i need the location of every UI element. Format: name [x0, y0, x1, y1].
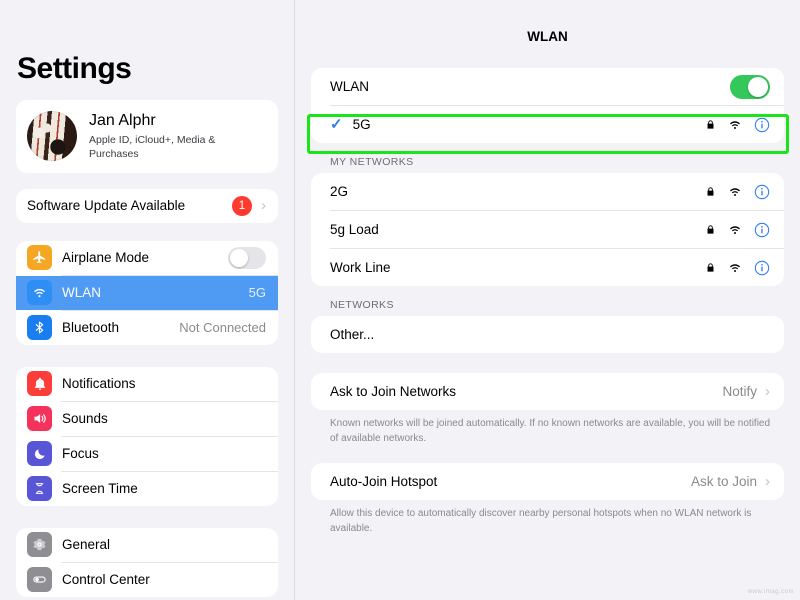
sidebar-item-label: General [62, 537, 266, 552]
connectivity-group: Airplane Mode WLAN 5G Bluetooth Not C [16, 241, 278, 345]
network-indicators [705, 260, 770, 276]
networks-header: NETWORKS [330, 299, 784, 311]
wlan-detail-panel: WLAN WLAN ✓ 5G [295, 0, 800, 600]
sidebar-item-airplane-mode[interactable]: Airplane Mode [16, 241, 278, 275]
chevron-right-icon: › [261, 198, 266, 213]
wifi-signal-icon [728, 119, 742, 130]
system-group: General Control Center [16, 528, 278, 597]
other-network-row[interactable]: Other... [311, 316, 784, 353]
auto-join-hotspot-row[interactable]: Auto-Join Hotspot Ask to Join › [311, 463, 784, 500]
networks-card: Other... [311, 316, 784, 353]
ipad-settings-screen: Settings Jan Alphr Apple ID, iCloud+, Me… [0, 0, 800, 600]
lock-icon [705, 223, 716, 236]
sidebar-item-wlan[interactable]: WLAN 5G [16, 276, 278, 310]
my-networks-card: 2G 5g Load Work Line [311, 173, 784, 286]
ask-to-join-value: Notify [722, 384, 757, 399]
hourglass-icon [27, 476, 52, 501]
sidebar-item-notifications[interactable]: Notifications [16, 367, 278, 401]
chevron-right-icon: › [765, 384, 770, 399]
network-name: 5g Load [330, 222, 379, 237]
wifi-signal-icon [728, 186, 742, 197]
network-name: 2G [330, 184, 348, 199]
profile-row[interactable]: Jan Alphr Apple ID, iCloud+, Media & Pur… [16, 100, 278, 173]
lock-icon [705, 185, 716, 198]
wlan-status-card: WLAN ✓ 5G [311, 68, 784, 143]
sidebar-item-label: Notifications [62, 376, 266, 391]
sidebar-item-label: Control Center [62, 572, 266, 587]
apple-id-card[interactable]: Jan Alphr Apple ID, iCloud+, Media & Pur… [16, 100, 278, 173]
profile-name: Jan Alphr [89, 111, 257, 130]
ask-to-join-row[interactable]: Ask to Join Networks Notify › [311, 373, 784, 410]
page-title: Settings [16, 52, 278, 86]
profile-subtitle: Apple ID, iCloud+, Media & Purchases [89, 133, 257, 161]
gear-icon [27, 532, 52, 557]
toggle-knob [230, 249, 248, 267]
info-icon[interactable] [754, 222, 770, 238]
network-row[interactable]: 5g Load [311, 211, 784, 248]
checkmark-icon: ✓ [330, 117, 343, 132]
info-icon[interactable] [754, 117, 770, 133]
lock-icon [705, 118, 716, 131]
sidebar-item-bluetooth[interactable]: Bluetooth Not Connected [16, 311, 278, 345]
sidebar-item-focus[interactable]: Focus [16, 437, 278, 471]
software-update-label: Software Update Available [27, 198, 232, 213]
bluetooth-status: Not Connected [179, 320, 266, 335]
sidebar-item-software-update[interactable]: Software Update Available 1 › [16, 189, 278, 223]
bell-icon [27, 371, 52, 396]
sidebar-item-label: Focus [62, 446, 266, 461]
sidebar-item-label: WLAN [62, 285, 249, 300]
sidebar-item-sounds[interactable]: Sounds [16, 402, 278, 436]
toggle-knob [748, 77, 768, 97]
auto-join-hotspot-label: Auto-Join Hotspot [330, 474, 437, 489]
sidebar-item-screen-time[interactable]: Screen Time [16, 472, 278, 506]
sidebar-item-control-center[interactable]: Control Center [16, 563, 278, 597]
sidebar-item-general[interactable]: General [16, 528, 278, 562]
sidebar-item-label: Sounds [62, 411, 266, 426]
info-icon[interactable] [754, 184, 770, 200]
connected-network-row[interactable]: ✓ 5G [311, 106, 784, 143]
auto-join-hotspot-footnote: Allow this device to automatically disco… [330, 507, 778, 536]
panel-title: WLAN [311, 29, 784, 44]
network-indicators [705, 117, 770, 133]
alerts-group: Notifications Sounds Focus [16, 367, 278, 506]
network-indicators [705, 222, 770, 238]
airplane-icon [27, 245, 52, 270]
auto-join-hotspot-value: Ask to Join [691, 474, 757, 489]
chevron-right-icon: › [765, 474, 770, 489]
other-label: Other... [330, 327, 374, 342]
ask-to-join-label: Ask to Join Networks [330, 384, 456, 399]
connected-network-name: 5G [353, 117, 371, 132]
sidebar-item-label: Screen Time [62, 481, 266, 496]
ask-to-join-card: Ask to Join Networks Notify › [311, 373, 784, 410]
toggles-icon [27, 567, 52, 592]
airplane-mode-toggle[interactable] [228, 247, 266, 269]
bluetooth-icon [27, 315, 52, 340]
wlan-toggle-row[interactable]: WLAN [311, 68, 784, 105]
wlan-toggle-label: WLAN [330, 79, 369, 94]
wifi-signal-icon [728, 224, 742, 235]
avatar [27, 111, 77, 161]
speaker-icon [27, 406, 52, 431]
moon-icon [27, 441, 52, 466]
network-row[interactable]: Work Line [311, 249, 784, 286]
wlan-current-network: 5G [249, 285, 266, 300]
my-networks-header: MY NETWORKS [330, 156, 784, 168]
sidebar-item-label: Airplane Mode [62, 250, 228, 265]
software-update-card[interactable]: Software Update Available 1 › [16, 189, 278, 223]
settings-sidebar: Settings Jan Alphr Apple ID, iCloud+, Me… [0, 0, 295, 600]
network-indicators [705, 184, 770, 200]
sidebar-item-label: Bluetooth [62, 320, 179, 335]
auto-join-hotspot-card: Auto-Join Hotspot Ask to Join › [311, 463, 784, 500]
watermark: www.imag.com [748, 589, 794, 595]
info-icon[interactable] [754, 260, 770, 276]
ask-to-join-footnote: Known networks will be joined automatica… [330, 417, 778, 446]
network-row[interactable]: 2G [311, 173, 784, 210]
lock-icon [705, 261, 716, 274]
status-badge: 1 [232, 196, 252, 216]
wifi-signal-icon [728, 262, 742, 273]
network-name: Work Line [330, 260, 391, 275]
wlan-toggle[interactable] [730, 75, 770, 99]
wifi-icon [27, 280, 52, 305]
